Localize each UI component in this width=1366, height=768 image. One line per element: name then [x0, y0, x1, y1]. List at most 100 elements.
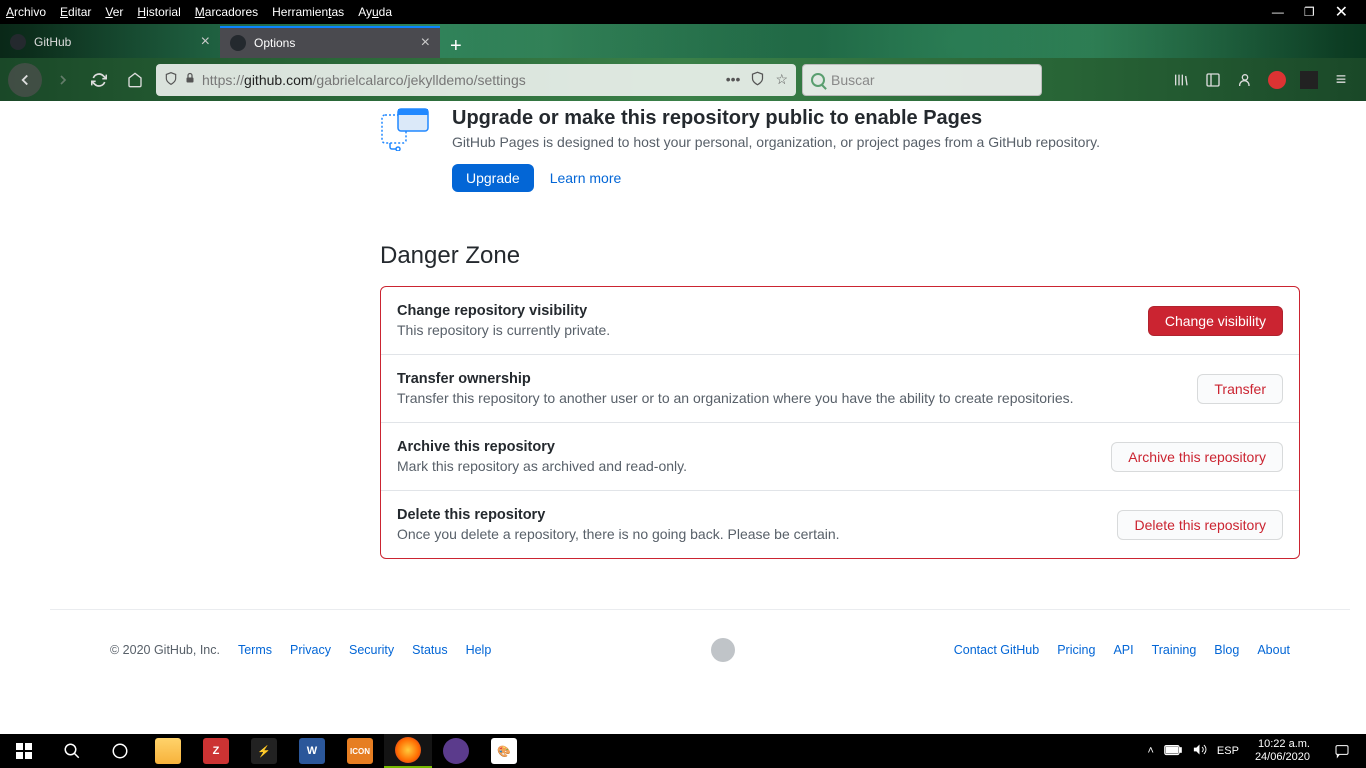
- danger-zone-box: Change repository visibility This reposi…: [380, 286, 1300, 559]
- danger-row-archive: Archive this repository Mark this reposi…: [381, 423, 1299, 491]
- gog-button[interactable]: [432, 734, 480, 768]
- nav-forward-button[interactable]: [48, 65, 78, 95]
- winamp-button[interactable]: ⚡: [240, 734, 288, 768]
- tab-title: GitHub: [34, 35, 193, 49]
- tray-chevron-icon[interactable]: ˄: [1147, 745, 1153, 757]
- danger-row-desc: This repository is currently private.: [397, 322, 610, 338]
- tracking-shield-icon[interactable]: [164, 71, 178, 89]
- github-logo-icon[interactable]: [711, 638, 735, 662]
- menu-marcadores[interactable]: Marcadores: [195, 5, 258, 19]
- reader-mode-icon[interactable]: [750, 71, 765, 89]
- menu-ayuda[interactable]: Ayuda: [358, 5, 392, 19]
- footer-status-link[interactable]: Status: [412, 643, 447, 657]
- pages-upsell-desc: GitHub Pages is designed to host your pe…: [452, 134, 1100, 150]
- library-icon[interactable]: [1172, 71, 1190, 89]
- cortana-button[interactable]: [96, 734, 144, 768]
- paint-button[interactable]: 🎨: [480, 734, 528, 768]
- footer-help-link[interactable]: Help: [466, 643, 492, 657]
- browser-navbar: https://github.com/gabrielcalarco/jekyll…: [0, 58, 1366, 101]
- archive-repo-button[interactable]: Archive this repository: [1111, 442, 1283, 472]
- word-button[interactable]: W: [288, 734, 336, 768]
- firefox-button[interactable]: [384, 734, 432, 768]
- system-tray[interactable]: ˄ ESP: [1139, 742, 1246, 760]
- footer-pricing-link[interactable]: Pricing: [1057, 643, 1095, 657]
- search-icon: [811, 73, 825, 87]
- page-viewport: Upgrade or make this repository public t…: [0, 101, 1366, 734]
- nav-reload-button[interactable]: [84, 65, 114, 95]
- danger-row-title: Transfer ownership: [397, 371, 1074, 387]
- danger-row-transfer: Transfer ownership Transfer this reposit…: [381, 355, 1299, 423]
- menu-ver[interactable]: Ver: [105, 5, 123, 19]
- start-button[interactable]: [0, 734, 48, 768]
- battery-icon[interactable]: [1164, 744, 1182, 759]
- github-favicon-icon: [10, 34, 26, 50]
- footer-terms-link[interactable]: Terms: [238, 643, 272, 657]
- danger-zone-heading: Danger Zone: [380, 242, 1300, 270]
- danger-row-title: Delete this repository: [397, 507, 840, 523]
- window-minimize-icon[interactable]: ―: [1272, 5, 1284, 19]
- upgrade-button[interactable]: Upgrade: [452, 164, 534, 192]
- taskbar-clock[interactable]: 10:22 a.m. 24/06/2020: [1247, 738, 1318, 764]
- icon-app-button[interactable]: ICON: [336, 734, 384, 768]
- bookmark-star-icon[interactable]: ☆: [775, 71, 788, 89]
- footer-privacy-link[interactable]: Privacy: [290, 643, 331, 657]
- danger-row-desc: Once you delete a repository, there is n…: [397, 526, 840, 542]
- footer-security-link[interactable]: Security: [349, 643, 394, 657]
- clock-date: 24/06/2020: [1255, 751, 1310, 764]
- pages-upsell-title: Upgrade or make this repository public t…: [452, 107, 1100, 130]
- file-explorer-button[interactable]: [144, 734, 192, 768]
- keyboard-lang[interactable]: ESP: [1217, 745, 1239, 757]
- danger-row-delete: Delete this repository Once you delete a…: [381, 491, 1299, 558]
- extension-red-icon[interactable]: [1268, 71, 1286, 89]
- lock-icon[interactable]: [184, 71, 196, 88]
- tab-title: Options: [254, 36, 413, 50]
- footer-blog-link[interactable]: Blog: [1214, 643, 1239, 657]
- footer-about-link[interactable]: About: [1257, 643, 1290, 657]
- clock-time: 10:22 a.m.: [1255, 738, 1310, 751]
- search-button[interactable]: [48, 734, 96, 768]
- tab-github[interactable]: GitHub ×: [0, 26, 220, 58]
- menu-herramientas[interactable]: Herramientas: [272, 5, 344, 19]
- account-icon[interactable]: [1236, 71, 1254, 89]
- github-footer: © 2020 GitHub, Inc. Terms Privacy Securi…: [50, 609, 1350, 690]
- volume-icon[interactable]: [1192, 742, 1207, 760]
- url-bar[interactable]: https://github.com/gabrielcalarco/jekyll…: [156, 64, 796, 96]
- tab-options[interactable]: Options ×: [220, 26, 440, 58]
- github-favicon-icon: [230, 35, 246, 51]
- nav-home-button[interactable]: [120, 65, 150, 95]
- menu-editar[interactable]: Editar: [60, 5, 91, 19]
- sidebar-icon[interactable]: [1204, 71, 1222, 89]
- window-close-icon[interactable]: ✕: [1335, 2, 1348, 22]
- menu-archivo[interactable]: Archivo: [6, 5, 46, 19]
- page-actions-icon[interactable]: •••: [726, 71, 741, 89]
- footer-copyright: © 2020 GitHub, Inc.: [110, 643, 220, 657]
- footer-api-link[interactable]: API: [1113, 643, 1133, 657]
- action-center-button[interactable]: [1318, 734, 1366, 768]
- danger-row-desc: Mark this repository as archived and rea…: [397, 458, 687, 474]
- browser-search-bar[interactable]: Buscar: [802, 64, 1042, 96]
- app-menu-icon[interactable]: ≡: [1332, 71, 1350, 89]
- search-placeholder: Buscar: [831, 72, 875, 88]
- footer-contact-link[interactable]: Contact GitHub: [954, 643, 1039, 657]
- windows-taskbar: Z ⚡ W ICON 🎨 ˄ ESP 10:22 a.m. 24/06/2020: [0, 734, 1366, 768]
- new-tab-button[interactable]: +: [440, 35, 472, 58]
- zotero-button[interactable]: Z: [192, 734, 240, 768]
- delete-repo-button[interactable]: Delete this repository: [1117, 510, 1283, 540]
- tab-close-icon[interactable]: ×: [201, 33, 210, 51]
- danger-row-title: Change repository visibility: [397, 303, 610, 319]
- danger-row-desc: Transfer this repository to another user…: [397, 390, 1074, 406]
- extension-dark-icon[interactable]: [1300, 71, 1318, 89]
- footer-training-link[interactable]: Training: [1152, 643, 1197, 657]
- danger-row-visibility: Change repository visibility This reposi…: [381, 287, 1299, 355]
- danger-row-title: Archive this repository: [397, 439, 687, 455]
- window-maximize-icon[interactable]: ❐: [1304, 5, 1315, 19]
- learn-more-link[interactable]: Learn more: [550, 170, 622, 186]
- nav-back-button[interactable]: [8, 63, 42, 97]
- change-visibility-button[interactable]: Change visibility: [1148, 306, 1283, 336]
- transfer-button[interactable]: Transfer: [1197, 374, 1283, 404]
- url-text: https://github.com/gabrielcalarco/jekyll…: [202, 72, 720, 88]
- menu-historial[interactable]: Historial: [137, 5, 180, 19]
- browser-tabstrip: GitHub × Options × +: [0, 24, 1366, 58]
- pages-illustration-icon: [380, 107, 432, 151]
- tab-close-icon[interactable]: ×: [421, 34, 430, 52]
